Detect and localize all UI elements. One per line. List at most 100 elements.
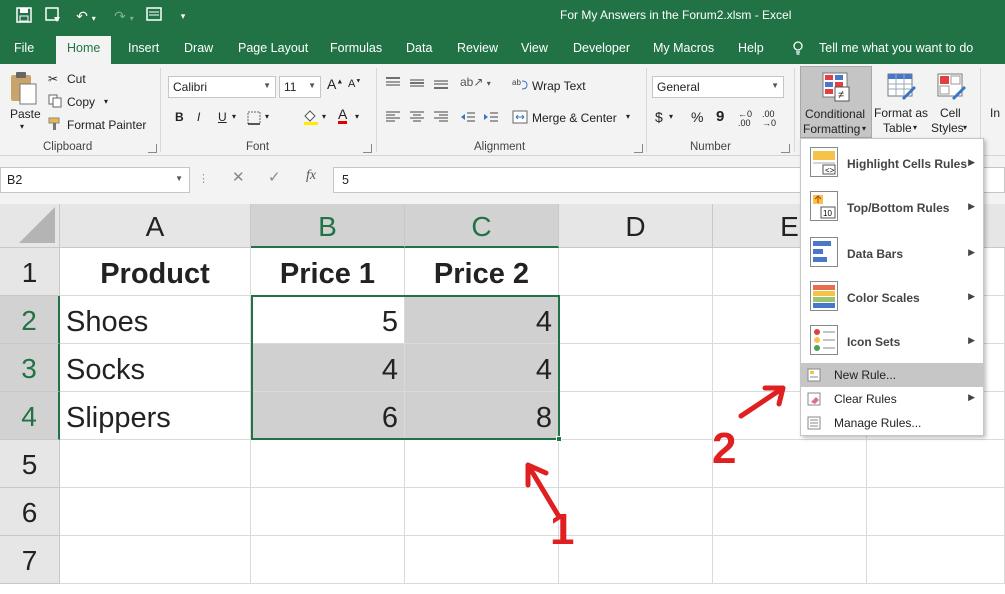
cell-f6[interactable]	[867, 488, 1005, 536]
align-center-icon[interactable]	[409, 111, 425, 126]
paste-button[interactable]: Paste	[10, 107, 41, 121]
tab-home[interactable]: Home	[56, 36, 112, 64]
cell-a2[interactable]: Shoes	[60, 296, 251, 344]
cell-f7[interactable]	[867, 536, 1005, 584]
cell-b1[interactable]: Price 1	[251, 248, 405, 296]
cell-a3[interactable]: Socks	[60, 344, 251, 392]
row-header-4[interactable]: 4	[0, 392, 60, 440]
redo-icon[interactable]: ↷ ▾	[110, 7, 138, 25]
undo-icon[interactable]: ↶ ▾	[72, 7, 100, 25]
borders-icon[interactable]	[247, 111, 261, 128]
font-color-button[interactable]: A	[338, 107, 348, 124]
cell-b3[interactable]: 4	[251, 344, 405, 392]
row-header-5[interactable]: 5	[0, 440, 60, 488]
customize-icon[interactable]: ▾	[173, 7, 193, 25]
cancel-icon[interactable]: ✕	[232, 168, 245, 186]
enter-icon[interactable]: ✓	[268, 168, 281, 186]
fill-color-icon[interactable]	[302, 108, 320, 129]
cell-b2[interactable]: 5	[251, 296, 405, 344]
tab-view[interactable]: View	[521, 41, 548, 55]
cell-b5[interactable]	[251, 440, 405, 488]
comma-button[interactable]: 9	[716, 108, 724, 125]
merge-center-button[interactable]: Merge & Center	[532, 111, 617, 125]
tab-developer[interactable]: Developer	[573, 41, 630, 55]
cell-e6[interactable]	[713, 488, 867, 536]
align-bottom-icon[interactable]	[433, 77, 449, 92]
tab-page-layout[interactable]: Page Layout	[238, 41, 308, 55]
clipboard-launcher-icon[interactable]	[148, 144, 157, 153]
cell-c3[interactable]: 4	[405, 344, 559, 392]
font-name-combo[interactable]: Calibri ▼	[168, 76, 276, 98]
number-launcher-icon[interactable]	[781, 144, 790, 153]
currency-dropdown-icon[interactable]: ▾	[669, 112, 673, 121]
underline-button[interactable]: U	[218, 110, 227, 124]
cut-button[interactable]: Cut	[67, 72, 86, 86]
paste-dropdown-icon[interactable]: ▾	[20, 122, 24, 131]
cell-styles-button[interactable]: Cell Styles ▾	[930, 66, 972, 138]
cell-d4[interactable]	[559, 392, 713, 440]
wrap-text-icon[interactable]: ab	[512, 77, 528, 94]
icon-sets-item[interactable]: Icon Sets ▶	[801, 321, 983, 361]
cell-b4[interactable]: 6	[251, 392, 405, 440]
cell-a6[interactable]	[60, 488, 251, 536]
top-bottom-rules-item[interactable]: 10 Top/Bottom Rules ▶	[801, 187, 983, 227]
paste-icon[interactable]	[8, 70, 38, 106]
manage-rules-item[interactable]: Manage Rules...	[801, 411, 983, 435]
alignment-launcher-icon[interactable]	[634, 144, 643, 153]
merge-center-icon[interactable]	[512, 110, 528, 127]
cell-a4[interactable]: Slippers	[60, 392, 251, 440]
tab-my-macros[interactable]: My Macros	[653, 41, 714, 55]
cell-c1[interactable]: Price 2	[405, 248, 559, 296]
bold-button[interactable]: B	[175, 110, 184, 124]
number-format-combo[interactable]: General ▼	[652, 76, 784, 98]
cell-e7[interactable]	[713, 536, 867, 584]
align-left-icon[interactable]	[385, 111, 401, 126]
highlight-cells-rules-item[interactable]: <> Highlight Cells Rules ▶	[801, 143, 983, 183]
decrease-decimal-icon[interactable]: .00 →0	[762, 110, 776, 128]
color-scales-item[interactable]: Color Scales ▶	[801, 277, 983, 317]
cell-c4[interactable]: 8	[405, 392, 559, 440]
fill-color-dropdown-icon[interactable]: ▾	[322, 112, 326, 121]
increase-decimal-icon[interactable]: ←0.00	[738, 110, 752, 128]
select-all-button[interactable]	[0, 204, 60, 248]
font-color-dropdown-icon[interactable]: ▾	[355, 112, 359, 121]
cell-a7[interactable]	[60, 536, 251, 584]
cell-d3[interactable]	[559, 344, 713, 392]
column-header-b[interactable]: B	[251, 204, 405, 248]
insert-cells-button[interactable]: In	[990, 106, 1000, 120]
tell-me-box[interactable]: Tell me what you want to do	[819, 41, 973, 55]
column-header-d[interactable]: D	[559, 204, 713, 248]
currency-button[interactable]: $	[655, 109, 663, 125]
autosave-icon[interactable]	[43, 7, 63, 25]
wrap-text-button[interactable]: Wrap Text	[532, 79, 586, 93]
grow-font-icon[interactable]: A▲	[327, 76, 343, 92]
new-rule-item[interactable]: New Rule...	[801, 363, 983, 387]
cell-d1[interactable]	[559, 248, 713, 296]
tab-review[interactable]: Review	[457, 41, 498, 55]
column-header-a[interactable]: A	[60, 204, 251, 248]
name-box[interactable]: B2 ▼	[0, 167, 190, 193]
row-header-3[interactable]: 3	[0, 344, 60, 392]
row-header-2[interactable]: 2	[0, 296, 60, 344]
increase-indent-icon[interactable]	[483, 111, 499, 126]
align-top-icon[interactable]	[385, 77, 401, 92]
borders-dropdown-icon[interactable]: ▾	[265, 112, 269, 121]
copy-icon[interactable]	[48, 94, 62, 111]
cell-a1[interactable]: Product	[60, 248, 251, 296]
form-icon[interactable]	[144, 7, 164, 25]
align-right-icon[interactable]	[433, 111, 449, 126]
tab-insert[interactable]: Insert	[128, 41, 159, 55]
orientation-icon[interactable]: ab↗ ▾	[460, 75, 491, 89]
conditional-formatting-button[interactable]: ≠ Conditional Formatting ▾	[800, 66, 872, 138]
tab-data[interactable]: Data	[406, 41, 432, 55]
font-size-combo[interactable]: 11 ▼	[279, 76, 321, 98]
tab-formulas[interactable]: Formulas	[330, 41, 382, 55]
align-middle-icon[interactable]	[409, 77, 425, 92]
save-icon[interactable]	[14, 7, 34, 25]
percent-button[interactable]: %	[691, 109, 703, 125]
italic-button[interactable]: I	[197, 110, 200, 124]
tab-draw[interactable]: Draw	[184, 41, 213, 55]
row-header-6[interactable]: 6	[0, 488, 60, 536]
column-header-c[interactable]: C	[405, 204, 559, 248]
font-launcher-icon[interactable]	[363, 144, 372, 153]
